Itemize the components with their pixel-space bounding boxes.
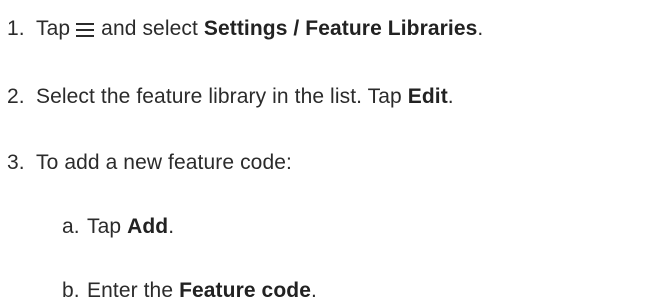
substep-text-end: . bbox=[310, 279, 317, 302]
step-text-middle: and select bbox=[101, 17, 198, 40]
instruction-list: 1. Tap and select Settings / Feature Libr… bbox=[0, 0, 657, 306]
step-text-end: . bbox=[477, 17, 484, 40]
substep-text-end: . bbox=[168, 215, 175, 238]
substep-letter: a. bbox=[62, 215, 80, 238]
step-text: Select the feature library in the list. … bbox=[36, 83, 454, 111]
step-number: 3. bbox=[7, 151, 25, 174]
substep-text: Tap Add. bbox=[87, 213, 174, 241]
step-text: Tap and select Settings / Feature Librari… bbox=[36, 15, 483, 43]
feature-code-label: Feature code bbox=[179, 279, 311, 302]
step-text: To add a new feature code: bbox=[36, 151, 292, 174]
substep-text-start: Tap bbox=[87, 215, 122, 238]
add-label: Add bbox=[127, 215, 169, 238]
step-number: 2. bbox=[7, 85, 25, 108]
substep-letter: b. bbox=[62, 279, 80, 302]
substep-b: b. Enter the Feature code. bbox=[62, 277, 317, 305]
step-1: 1. Tap and select Settings / Feature Libr… bbox=[7, 15, 483, 43]
step-text-start: Tap bbox=[36, 17, 71, 40]
step-text-end: . bbox=[447, 85, 454, 108]
edit-label: Edit bbox=[407, 85, 448, 108]
menu-path: Settings / Feature Libraries bbox=[203, 17, 478, 40]
substep-text-start: Enter the bbox=[87, 279, 174, 302]
step-text-start: Select the feature library in the list. … bbox=[36, 85, 402, 108]
substep-a: a. Tap Add. bbox=[62, 213, 174, 241]
step-2: 2. Select the feature library in the lis… bbox=[7, 83, 454, 111]
step-number: 1. bbox=[7, 17, 25, 40]
substep-text: Enter the Feature code. bbox=[87, 277, 317, 305]
step-3: 3. To add a new feature code: bbox=[7, 149, 292, 177]
menu-icon bbox=[76, 22, 95, 37]
